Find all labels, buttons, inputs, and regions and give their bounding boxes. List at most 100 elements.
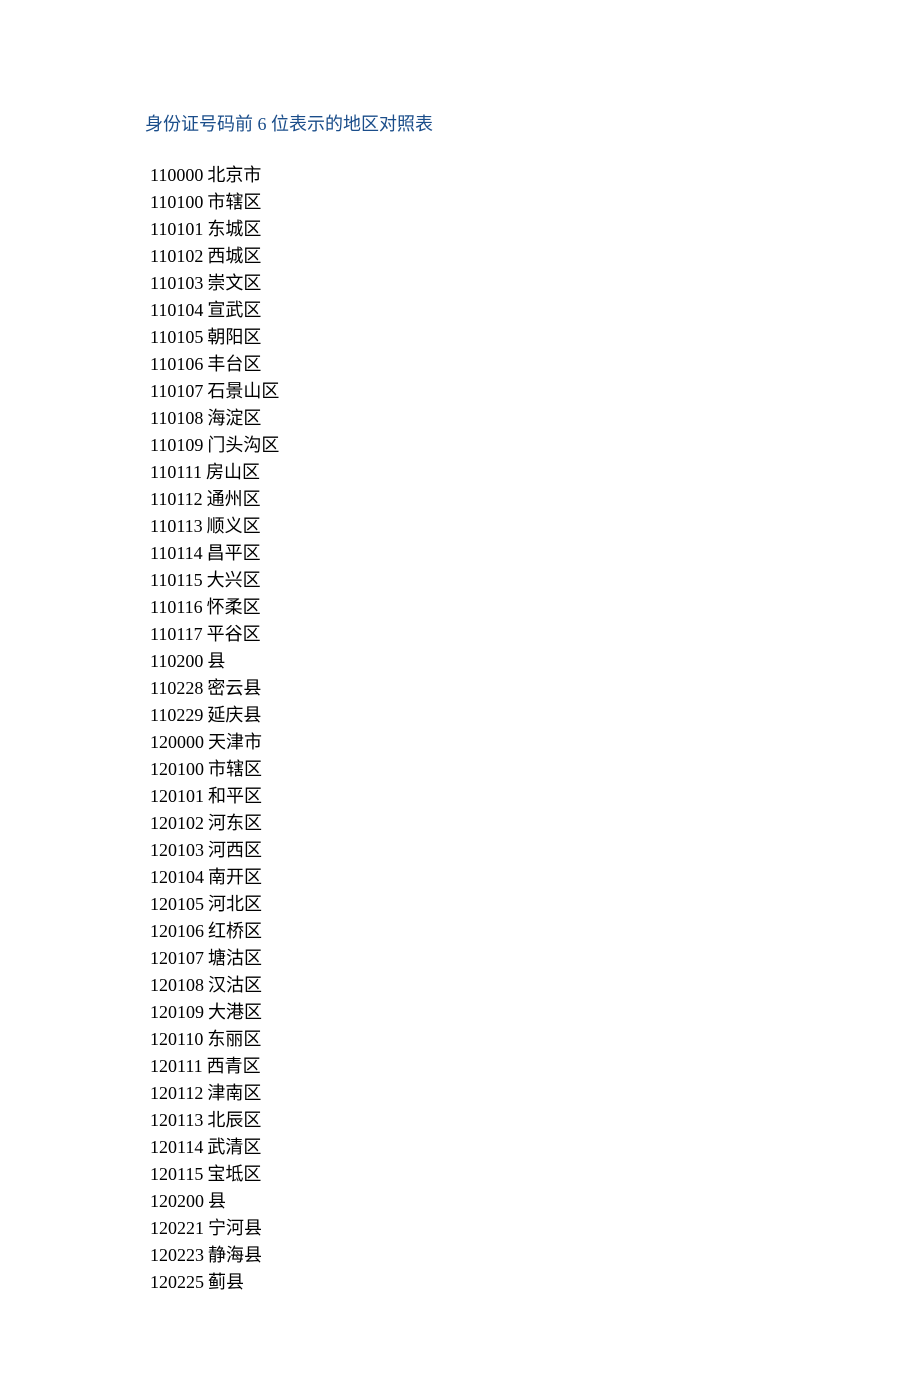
list-item: 110109门头沟区 <box>150 432 770 459</box>
region-name: 海淀区 <box>207 405 261 432</box>
document-page: 身份证号码前 6 位表示的地区对照表 110000北京市110100市辖区110… <box>0 0 920 1376</box>
region-name: 宣武区 <box>207 297 261 324</box>
region-code: 120115 <box>150 1161 203 1188</box>
region-code: 120221 <box>150 1215 204 1242</box>
list-item: 120110东丽区 <box>150 1026 770 1053</box>
region-name: 河西区 <box>208 837 262 864</box>
list-item: 110105朝阳区 <box>150 324 770 351</box>
region-name: 延庆县 <box>207 702 261 729</box>
region-name: 通州区 <box>207 486 261 513</box>
list-item: 110200县 <box>150 648 770 675</box>
region-code: 120107 <box>150 945 204 972</box>
list-item: 120113北辰区 <box>150 1107 770 1134</box>
document-title: 身份证号码前 6 位表示的地区对照表 <box>145 110 765 136</box>
region-code: 120112 <box>150 1080 203 1107</box>
region-name: 宝坻区 <box>207 1161 261 1188</box>
region-name: 大港区 <box>208 999 262 1026</box>
region-name: 朝阳区 <box>207 324 261 351</box>
region-name: 密云县 <box>207 675 261 702</box>
region-code: 120105 <box>150 891 204 918</box>
list-item: 120108汉沽区 <box>150 972 770 999</box>
region-code: 110113 <box>150 513 203 540</box>
list-item: 110115大兴区 <box>150 567 770 594</box>
list-item: 110111房山区 <box>150 459 770 486</box>
list-item: 110106丰台区 <box>150 351 770 378</box>
list-item: 120112津南区 <box>150 1080 770 1107</box>
region-name: 大兴区 <box>207 567 261 594</box>
list-item: 110000北京市 <box>150 162 770 189</box>
list-item: 120105河北区 <box>150 891 770 918</box>
region-code: 110105 <box>150 324 203 351</box>
region-name: 宁河县 <box>208 1215 262 1242</box>
region-code: 120110 <box>150 1026 203 1053</box>
region-name: 怀柔区 <box>207 594 261 621</box>
list-item: 120000天津市 <box>150 729 770 756</box>
region-code: 120101 <box>150 783 204 810</box>
list-item: 120102河东区 <box>150 810 770 837</box>
list-item: 120225蓟县 <box>150 1269 770 1296</box>
list-item: 110102西城区 <box>150 243 770 270</box>
region-code: 110107 <box>150 378 203 405</box>
list-item: 110101东城区 <box>150 216 770 243</box>
region-name: 北京市 <box>207 162 261 189</box>
list-item: 110228密云县 <box>150 675 770 702</box>
region-name: 东丽区 <box>207 1026 261 1053</box>
region-name: 昌平区 <box>207 540 261 567</box>
list-item: 120100市辖区 <box>150 756 770 783</box>
title-segment: 位表示的地区对照表 <box>271 114 433 134</box>
region-code: 120111 <box>150 1053 203 1080</box>
region-name: 河北区 <box>208 891 262 918</box>
region-code: 110100 <box>150 189 203 216</box>
list-item: 120103河西区 <box>150 837 770 864</box>
region-code: 120000 <box>150 729 204 756</box>
region-name: 顺义区 <box>207 513 261 540</box>
list-item: 110114昌平区 <box>150 540 770 567</box>
list-item: 120114武清区 <box>150 1134 770 1161</box>
region-name: 石景山区 <box>207 378 279 405</box>
region-name: 县 <box>207 648 225 675</box>
region-code: 120100 <box>150 756 204 783</box>
list-item: 110117平谷区 <box>150 621 770 648</box>
region-code: 110115 <box>150 567 203 594</box>
region-name: 丰台区 <box>207 351 261 378</box>
region-code: 110101 <box>150 216 203 243</box>
region-code: 120106 <box>150 918 204 945</box>
region-code: 110114 <box>150 540 203 567</box>
list-item: 120111西青区 <box>150 1053 770 1080</box>
list-item: 110108海淀区 <box>150 405 770 432</box>
region-name: 东城区 <box>207 216 261 243</box>
region-name: 天津市 <box>208 729 262 756</box>
region-name: 平谷区 <box>207 621 261 648</box>
region-code: 110117 <box>150 621 203 648</box>
list-item: 120109大港区 <box>150 999 770 1026</box>
list-item: 110100市辖区 <box>150 189 770 216</box>
region-code: 110000 <box>150 162 203 189</box>
list-item: 120101和平区 <box>150 783 770 810</box>
region-name: 县 <box>208 1188 226 1215</box>
list-item: 120106红桥区 <box>150 918 770 945</box>
list-item: 120221宁河县 <box>150 1215 770 1242</box>
region-name: 和平区 <box>208 783 262 810</box>
region-code: 110111 <box>150 459 202 486</box>
region-code: 110106 <box>150 351 203 378</box>
region-name: 北辰区 <box>207 1107 261 1134</box>
region-code: 110228 <box>150 675 203 702</box>
region-code: 120114 <box>150 1134 203 1161</box>
region-name: 河东区 <box>208 810 262 837</box>
region-name: 塘沽区 <box>208 945 262 972</box>
region-code: 110116 <box>150 594 203 621</box>
title-segment: 身份证号码前 <box>145 114 253 134</box>
list-item: 110104宣武区 <box>150 297 770 324</box>
list-item: 120107塘沽区 <box>150 945 770 972</box>
region-code: 120113 <box>150 1107 203 1134</box>
region-name: 西青区 <box>207 1053 261 1080</box>
region-name: 红桥区 <box>208 918 262 945</box>
region-code: 110229 <box>150 702 203 729</box>
region-name: 崇文区 <box>207 270 261 297</box>
region-name: 市辖区 <box>207 189 261 216</box>
region-name: 西城区 <box>207 243 261 270</box>
region-code: 110104 <box>150 297 203 324</box>
region-code: 120225 <box>150 1269 204 1296</box>
region-name: 汉沽区 <box>208 972 262 999</box>
list-item: 110103崇文区 <box>150 270 770 297</box>
